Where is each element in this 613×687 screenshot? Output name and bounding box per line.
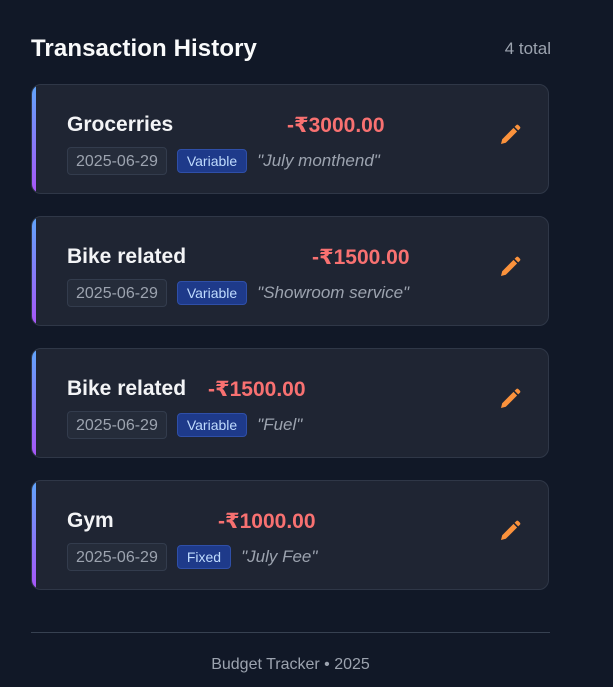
transaction-type-badge: Variable bbox=[176, 149, 248, 173]
transaction-date: 2025-06-29 bbox=[67, 147, 167, 175]
footer-text: Budget Tracker • 2025 bbox=[211, 656, 370, 673]
total-count: 4 total bbox=[504, 39, 551, 58]
transaction-type-badge: Fixed bbox=[176, 545, 232, 569]
page-title: Transaction History bbox=[31, 35, 257, 62]
transaction-date: 2025-06-29 bbox=[67, 279, 167, 307]
transaction-card: Gym -₹1000.00 2025-06-29 Fixed "July Fee… bbox=[31, 480, 549, 590]
transaction-category: Bike related bbox=[67, 245, 187, 268]
card-accent-bar bbox=[32, 85, 36, 193]
card-accent-bar bbox=[32, 481, 36, 589]
transaction-note: "Showroom service" bbox=[257, 283, 410, 302]
transaction-type-badge: Variable bbox=[176, 281, 248, 305]
transaction-category: Bike related bbox=[67, 377, 187, 400]
transaction-note: "Fuel" bbox=[257, 415, 303, 434]
transaction-type-badge: Variable bbox=[176, 413, 248, 437]
transaction-amount: -₹1500.00 bbox=[312, 245, 410, 269]
transaction-date: 2025-06-29 bbox=[67, 411, 167, 439]
transaction-note: "July monthend" bbox=[257, 151, 380, 170]
transaction-amount: -₹3000.00 bbox=[287, 113, 385, 137]
card-accent-bar bbox=[32, 217, 36, 325]
transaction-category: Grocerries bbox=[67, 113, 174, 136]
transaction-category: Gym bbox=[67, 509, 114, 532]
transaction-card: Grocerries -₹3000.00 2025-06-29 Variable… bbox=[31, 84, 549, 194]
transaction-card: Bike related -₹1500.00 2025-06-29 Variab… bbox=[31, 216, 549, 326]
transaction-card: Bike related -₹1500.00 2025-06-29 Variab… bbox=[31, 348, 549, 458]
history-header: Transaction History 4 total bbox=[31, 34, 551, 64]
pencil-icon[interactable] bbox=[498, 387, 522, 411]
transaction-date: 2025-06-29 bbox=[67, 543, 167, 571]
pencil-icon[interactable] bbox=[498, 255, 522, 279]
transaction-note: "July Fee" bbox=[241, 547, 318, 566]
footer-divider bbox=[31, 632, 550, 633]
transaction-amount: -₹1000.00 bbox=[218, 509, 316, 533]
pencil-icon[interactable] bbox=[498, 123, 522, 147]
transaction-amount: -₹1500.00 bbox=[208, 377, 306, 401]
pencil-icon[interactable] bbox=[498, 519, 522, 543]
card-accent-bar bbox=[32, 349, 36, 457]
